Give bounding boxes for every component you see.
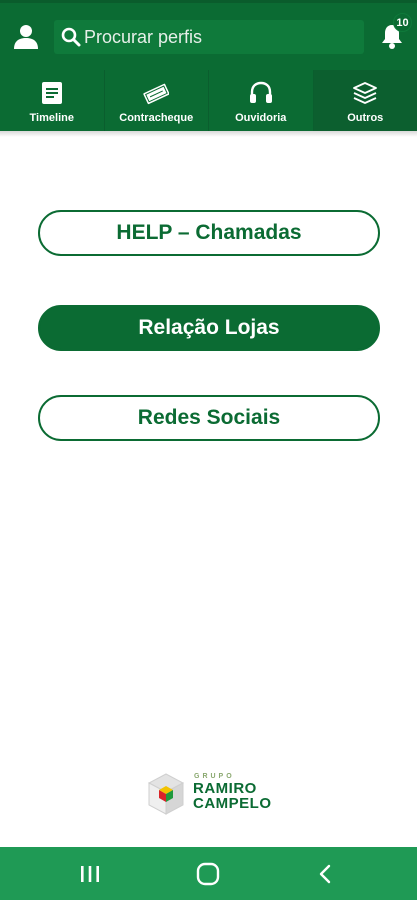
tab-contracheque[interactable]: Contracheque — [105, 70, 209, 131]
search-icon — [61, 27, 81, 47]
profile-button[interactable] — [12, 22, 40, 50]
tab-label: Ouvidoria — [235, 112, 287, 124]
logo-campelo-text: CAMPELO — [193, 795, 272, 812]
ticket-icon — [143, 83, 170, 105]
search-bar[interactable] — [54, 20, 364, 54]
logo-grupo-text: GRUPO — [194, 773, 235, 780]
notification-badge: 10 — [393, 13, 412, 32]
relacao-lojas-button[interactable]: Relação Lojas — [38, 305, 380, 351]
tab-label: Timeline — [29, 112, 74, 124]
back-button[interactable] — [313, 861, 339, 887]
recent-apps-icon — [81, 866, 99, 882]
recent-apps-button[interactable] — [77, 861, 103, 887]
tab-label: Outros — [347, 112, 384, 124]
document-icon — [41, 82, 62, 104]
home-icon — [196, 862, 220, 886]
layers-icon — [353, 82, 378, 104]
tab-label: Contracheque — [119, 112, 194, 124]
headset-icon — [249, 81, 272, 103]
redes-sociais-button[interactable]: Redes Sociais — [38, 395, 380, 441]
back-chevron-icon — [319, 864, 331, 884]
home-button[interactable] — [195, 861, 221, 887]
help-chamadas-button[interactable]: HELP – Chamadas — [38, 210, 380, 256]
app-header: 10 Timeline Contracheque — [0, 0, 417, 131]
company-logo: GRUPO RAMIRO CAMPELO — [143, 770, 283, 820]
tab-bar: Timeline Contracheque Ouvidoria Outros — [0, 70, 417, 131]
user-icon — [14, 25, 38, 49]
header-shadow — [0, 131, 417, 137]
header-top-line — [0, 0, 417, 3]
tab-timeline[interactable]: Timeline — [0, 70, 105, 131]
cube-logo-icon — [147, 773, 185, 815]
tab-ouvidoria[interactable]: Ouvidoria — [209, 70, 314, 131]
search-input[interactable] — [84, 20, 354, 54]
tab-outros[interactable]: Outros — [313, 70, 417, 131]
system-navigation-bar — [0, 847, 417, 900]
